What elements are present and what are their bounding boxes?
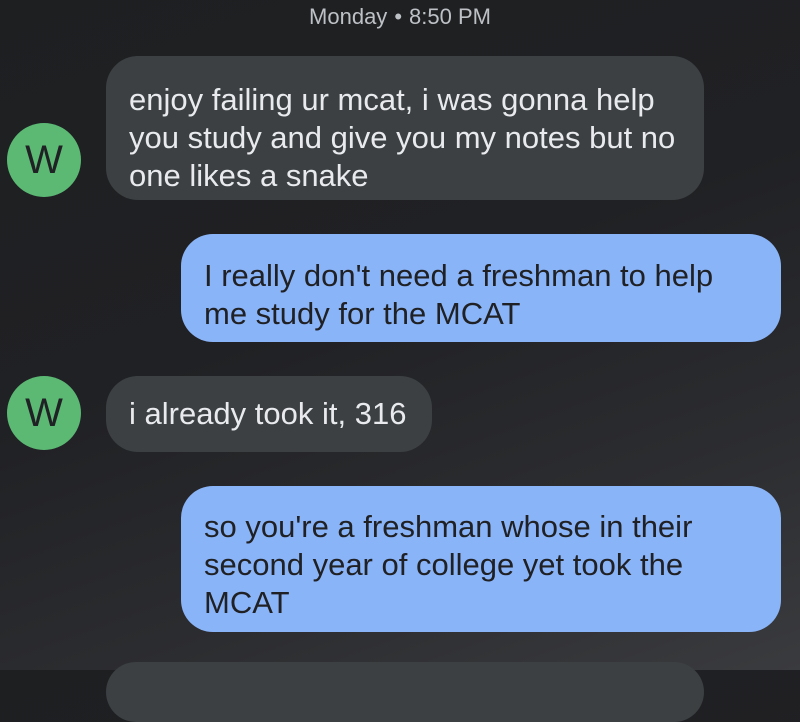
conversation-timestamp: Monday • 8:50 PM [0, 4, 800, 30]
message-text: so you're a freshman whose in their seco… [204, 509, 693, 620]
incoming-message-bubble[interactable]: i already took it, 316 [106, 376, 432, 452]
message-text: i already took it, 316 [129, 396, 407, 431]
contact-avatar[interactable]: W [7, 123, 81, 197]
incoming-message-bubble-partial[interactable] [106, 662, 704, 722]
timestamp-day: Monday [309, 4, 388, 29]
contact-avatar[interactable]: W [7, 376, 81, 450]
outgoing-message-bubble[interactable]: so you're a freshman whose in their seco… [181, 486, 781, 632]
message-text: enjoy failing ur mcat, i was gonna help … [129, 82, 676, 193]
incoming-message-bubble[interactable]: enjoy failing ur mcat, i was gonna help … [106, 56, 704, 200]
timestamp-time: 8:50 PM [409, 4, 491, 29]
timestamp-separator: • [394, 4, 403, 29]
message-text: I really don't need a freshman to help m… [204, 258, 714, 331]
outgoing-message-bubble[interactable]: I really don't need a freshman to help m… [181, 234, 781, 342]
